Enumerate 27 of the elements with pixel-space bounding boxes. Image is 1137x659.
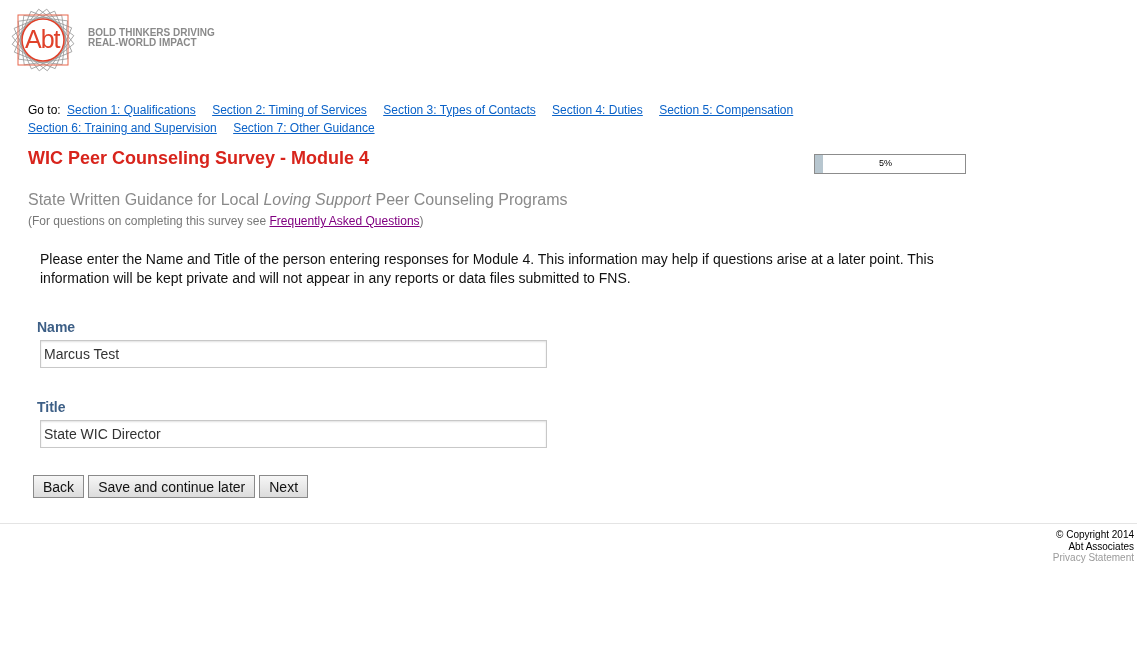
copyright-text: © Copyright 2014	[1056, 529, 1134, 541]
logo-wordmark: Abt	[25, 25, 60, 53]
company-name: Abt Associates	[1068, 540, 1134, 552]
section-link[interactable]: Section 7: Other Guidance	[233, 121, 375, 135]
form-button[interactable]: Back	[33, 475, 85, 498]
section-link[interactable]: Section 4: Duties	[552, 103, 643, 117]
survey-subtitle: State Written Guidance for Local Loving Support Peer Counseling Programs	[28, 190, 569, 210]
faq-link[interactable]: Frequently Asked Questions	[269, 214, 420, 228]
section-link[interactable]: Section 2: Timing of Services	[212, 103, 367, 117]
text-input[interactable]: State WIC Director	[40, 420, 547, 448]
section-link[interactable]: Section 3: Types of Contacts	[383, 103, 536, 117]
section-link[interactable]: Section 5: Compensation	[659, 103, 794, 117]
field-label: Name	[37, 319, 77, 335]
progress-reading: 5%	[879, 158, 892, 169]
intro-paragraph: Please enter the Name and Title of the person entering responses for Module 4. This information may help if questions arise at a later point. This information will be kept private and will not appear in any reports or data files submitted to FNS.	[40, 250, 935, 288]
nav-label: Go to:	[28, 103, 61, 117]
tagline: BOLD THINKERS DRIVING	[88, 28, 215, 38]
help-note: (For questions on completing this survey see Frequently Asked Questions)	[28, 213, 425, 229]
form-button[interactable]: Save and continue later	[88, 475, 256, 498]
form-button[interactable]: Next	[259, 475, 309, 498]
rosette-emblem-icon	[8, 5, 78, 75]
tagline: REAL-WORLD IMPACT	[88, 38, 198, 48]
section-link[interactable]: Section 6: Training and Supervision	[28, 121, 217, 135]
text-input[interactable]: Marcus Test	[40, 340, 547, 368]
field-label: Title	[37, 399, 67, 415]
survey-title: WIC Peer Counseling Survey - Module 4	[28, 147, 370, 169]
section-link[interactable]: Section 1: Qualifications	[67, 103, 196, 117]
